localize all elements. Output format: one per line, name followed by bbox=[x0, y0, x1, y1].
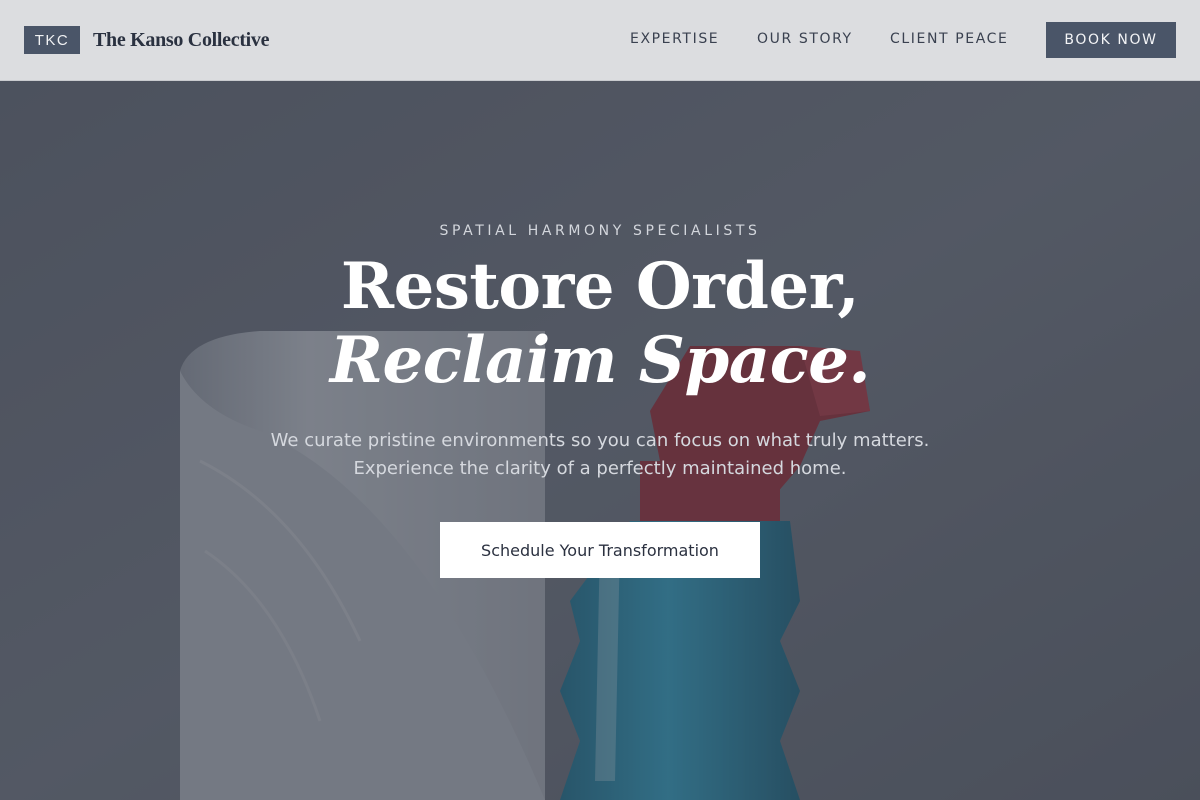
nav-link-client-peace[interactable]: CLIENT PEACE bbox=[890, 31, 1008, 47]
site-header: TKC The Kanso Collective EXPERTISE OUR S… bbox=[0, 0, 1200, 81]
hero-eyebrow: SPATIAL HARMONY SPECIALISTS bbox=[439, 223, 761, 239]
hero-headline-line2: Reclaim Space. bbox=[329, 323, 871, 398]
main-nav: EXPERTISE OUR STORY CLIENT PEACE BOOK NO… bbox=[0, 0, 1200, 81]
nav-link-expertise[interactable]: EXPERTISE bbox=[630, 31, 719, 47]
hero-subtext-line1: We curate pristine environments so you c… bbox=[270, 430, 930, 451]
nav-link-our-story[interactable]: OUR STORY bbox=[757, 31, 853, 47]
book-now-button[interactable]: BOOK NOW bbox=[1046, 22, 1176, 58]
schedule-transformation-button[interactable]: Schedule Your Transformation bbox=[440, 522, 760, 578]
hero-headline-line1: Restore Order, bbox=[340, 249, 860, 324]
hero-section: SPATIAL HARMONY SPECIALISTS Restore Orde… bbox=[0, 81, 1200, 800]
hero-subtext-line2: Experience the clarity of a perfectly ma… bbox=[353, 458, 847, 479]
hero-subtext: We curate pristine environments so you c… bbox=[0, 427, 1200, 483]
